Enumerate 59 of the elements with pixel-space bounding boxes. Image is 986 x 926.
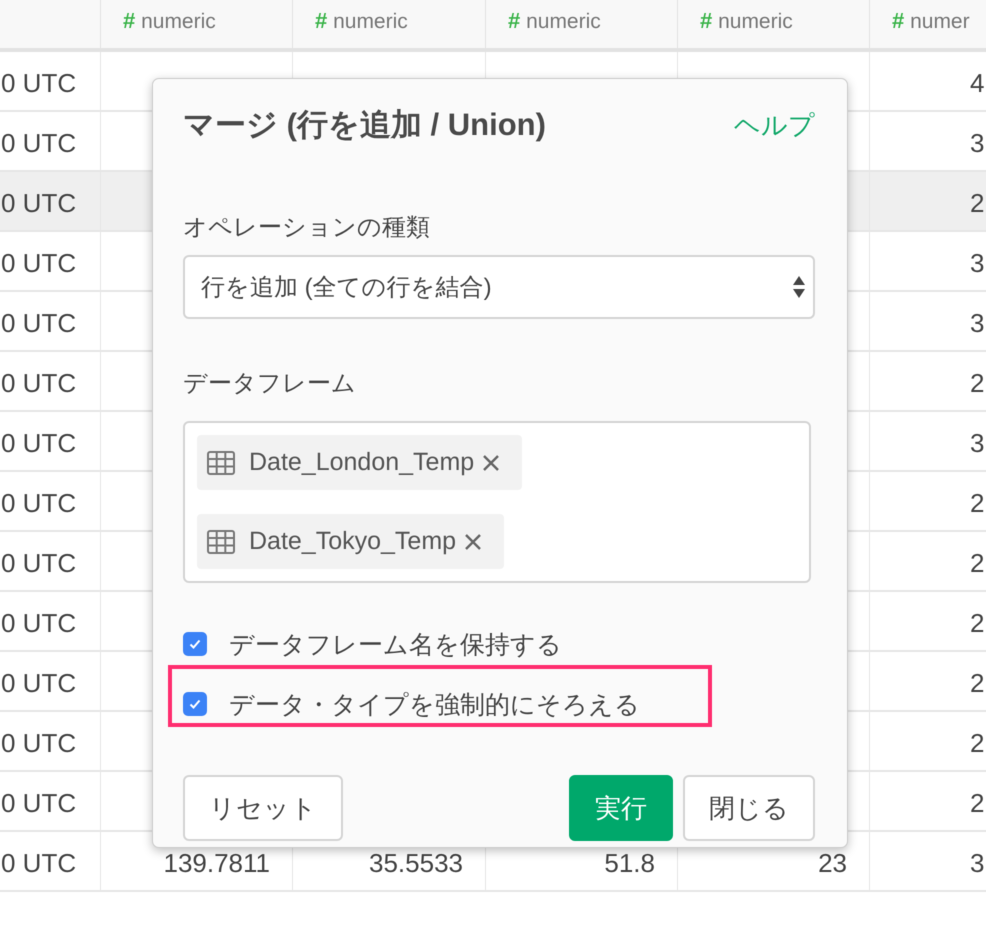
table-cell: 0 UTC xyxy=(1,728,76,758)
column-header[interactable]: # numeric xyxy=(293,0,486,48)
help-link[interactable]: ヘルプ xyxy=(734,108,815,142)
table-cell: 2 xyxy=(970,188,984,218)
table-cell: 139.7811 xyxy=(163,848,270,878)
table-cell: 2 xyxy=(970,668,984,698)
table-cell: 2 xyxy=(970,608,984,638)
table-cell: 0 UTC xyxy=(1,128,76,158)
operation-select[interactable]: 行を追加 (全ての行を結合) xyxy=(183,255,815,319)
table-cell: 2 xyxy=(970,368,984,398)
table-cell: 0 UTC xyxy=(1,368,76,398)
table-cell: 3 xyxy=(970,428,984,458)
field-label: データフレーム xyxy=(183,369,357,399)
table-cell: 4 xyxy=(970,68,984,98)
checkbox-label: データ・タイプを強制的にそろえる xyxy=(229,690,640,720)
dialog-title: マージ (行を追加 / Union) xyxy=(183,106,546,144)
checkbox[interactable] xyxy=(183,692,207,716)
dataframe-tag[interactable]: Date_Tokyo_Temp xyxy=(197,514,504,569)
table-cell: 0 UTC xyxy=(1,548,76,578)
table-cell: 0 UTC xyxy=(1,788,76,818)
table-cell: 2 xyxy=(970,548,984,578)
checkbox-label: データフレーム名を保持する xyxy=(229,630,562,660)
table-cell: 0 UTC xyxy=(1,308,76,338)
dataframe-tag[interactable]: Date_London_Temp xyxy=(197,435,522,490)
table-cell: 2 xyxy=(970,788,984,818)
column-header[interactable]: # numeric xyxy=(678,0,870,48)
check-icon xyxy=(188,697,202,711)
dataframe-field[interactable]: Date_London_Temp Date_Tokyo_Temp xyxy=(183,421,811,583)
table-cell: 0 UTC xyxy=(1,188,76,218)
check-icon xyxy=(188,637,202,651)
table-cell: 0 UTC xyxy=(1,608,76,638)
table-cell: 0 UTC xyxy=(1,428,76,458)
table-cell: 3 xyxy=(970,848,984,878)
dialog-button[interactable]: 実行 xyxy=(569,775,673,841)
sort-arrows-icon xyxy=(793,275,805,299)
table-cell: 0 UTC xyxy=(1,488,76,518)
dialog-button[interactable]: 閉じる xyxy=(683,775,815,841)
table-cell: 2 xyxy=(970,488,984,518)
column-header[interactable]: # numeric xyxy=(486,0,678,48)
table-cell: 3 xyxy=(970,248,984,278)
table-cell: 3 xyxy=(970,308,984,338)
table-cell: 23 xyxy=(818,848,847,878)
table-cell: 51.8 xyxy=(604,848,655,878)
table-cell: 0 UTC xyxy=(1,668,76,698)
remove-icon[interactable] xyxy=(482,454,500,472)
remove-icon[interactable] xyxy=(464,532,482,550)
table-cell: 0 UTC xyxy=(1,848,76,878)
column-header[interactable]: # numeric xyxy=(101,0,293,48)
table-cell: 0 UTC xyxy=(1,248,76,278)
dialog-button[interactable]: リセット xyxy=(183,775,343,841)
table-icon xyxy=(207,450,235,474)
checkbox[interactable] xyxy=(183,632,207,656)
table-cell: 2 xyxy=(970,728,984,758)
table-cell: 0 UTC xyxy=(1,68,76,98)
table-cell: 3 xyxy=(970,128,984,158)
table-icon xyxy=(207,530,235,554)
column-header[interactable]: # numer xyxy=(870,0,986,48)
field-label: オペレーションの種類 xyxy=(183,213,431,243)
table-cell: 35.5533 xyxy=(369,848,463,878)
